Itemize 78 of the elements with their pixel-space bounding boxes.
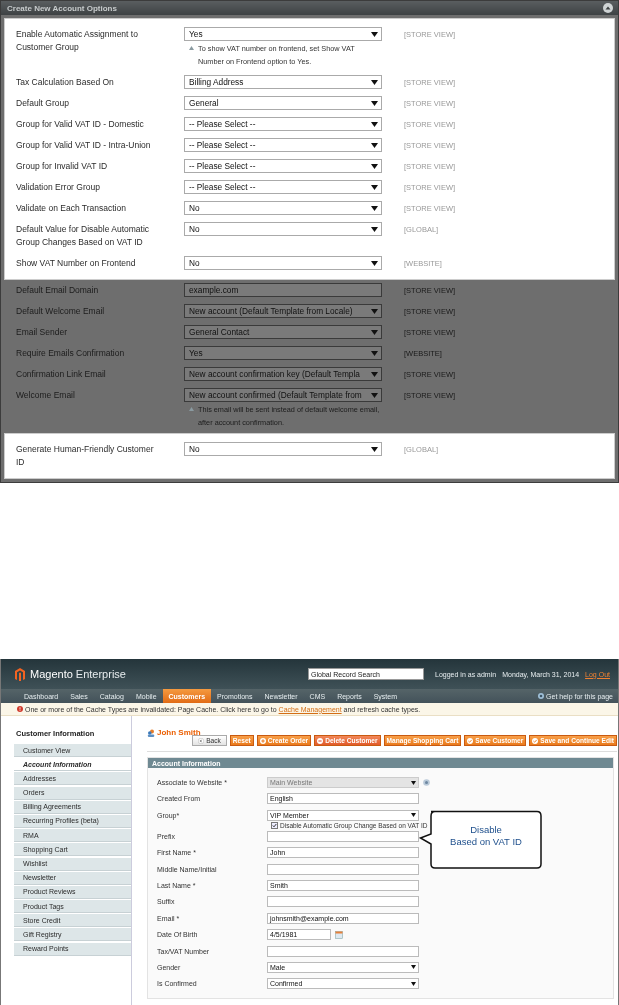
field-label: Group for Valid VAT ID - Domestic <box>16 118 145 131</box>
caret-icon <box>371 350 378 356</box>
check-icon <box>467 737 474 744</box>
caret-icon <box>371 308 378 314</box>
dropdown[interactable]: -- Please Select -- <box>184 138 382 152</box>
page-title: John Smith <box>157 728 201 737</box>
input-field[interactable]: example.com <box>184 283 382 297</box>
field-label: Tax Calculation Based On <box>16 76 115 89</box>
caret-icon <box>411 965 416 970</box>
field-label: Confirmation Link Email <box>16 368 107 381</box>
triangle-icon <box>189 407 194 411</box>
user-icon <box>147 728 155 737</box>
field-label: Welcome Email <box>16 389 76 402</box>
warning-icon <box>17 706 23 712</box>
caret-icon <box>371 31 378 37</box>
dropdown[interactable]: No <box>184 201 382 215</box>
field-label: Group for Valid VAT ID - Intra-Union <box>16 139 152 152</box>
input-field[interactable] <box>267 863 419 875</box>
field-label: Validate on Each Transaction <box>16 202 127 215</box>
caret-icon <box>371 392 378 398</box>
field-label: Email Sender <box>16 326 69 339</box>
brand-name: Magento <box>30 668 73 680</box>
field-label: Group for Invalid VAT ID <box>16 160 109 173</box>
logo-icon <box>15 667 25 681</box>
input-field[interactable] <box>267 830 419 842</box>
caret-icon <box>371 121 378 127</box>
callout-text: Disable Based on VAT ID <box>449 824 523 848</box>
dropdown[interactable]: -- Please Select -- <box>184 159 382 173</box>
field-label: Default Group <box>16 97 70 110</box>
dropdown[interactable]: -- Please Select -- <box>184 117 382 131</box>
minus-icon <box>317 737 324 744</box>
collapse-icon[interactable] <box>603 3 613 13</box>
field-label: Generate Human-Friendly Customer ID <box>16 443 155 469</box>
dropdown[interactable]: No <box>184 442 382 456</box>
dropdown[interactable]: General Contact <box>184 325 382 339</box>
caret-icon <box>371 371 378 377</box>
field-label: Default Welcome Email <box>16 305 106 318</box>
input-field[interactable] <box>267 896 419 908</box>
caret-icon <box>371 329 378 335</box>
dropdown[interactable]: Yes <box>184 27 382 41</box>
field-label: Enable Automatic Assignment to Customer Group <box>16 28 139 54</box>
check-icon <box>532 737 539 744</box>
caret-icon <box>371 205 378 211</box>
triangle-icon <box>189 46 194 50</box>
caret-icon <box>371 184 378 190</box>
arrow-icon <box>198 737 205 744</box>
edition-name: Enterprise <box>75 668 127 680</box>
caret-icon <box>371 260 378 266</box>
caret-icon <box>411 813 416 818</box>
dropdown[interactable]: General <box>184 96 382 110</box>
input-field[interactable] <box>267 945 419 957</box>
dropdown[interactable]: New account confirmation key (Default Templa <box>184 367 382 381</box>
dropdown[interactable]: No <box>184 256 382 270</box>
caret-icon <box>411 981 416 986</box>
field-label: Require Emails Confirmation <box>16 347 126 360</box>
field-label: Show VAT Number on Frontend <box>16 257 137 270</box>
caret-icon <box>371 163 378 169</box>
plus-icon <box>259 737 266 744</box>
dropdown[interactable]: Yes <box>184 346 382 360</box>
check-icon <box>272 822 277 828</box>
checkbox[interactable] <box>271 821 278 829</box>
caret-icon <box>371 446 378 452</box>
caret-icon <box>411 780 416 785</box>
dropdown[interactable]: Billing Address <box>184 75 382 89</box>
help-icon[interactable] <box>538 693 545 699</box>
dropdown[interactable]: New account (Default Template from Locale) <box>184 304 382 318</box>
panel-title: Create New Account Options <box>7 3 118 13</box>
caret-icon <box>371 142 378 148</box>
dropdown[interactable]: No <box>184 222 382 236</box>
caret-icon <box>371 100 378 106</box>
field-label: Default Value for Disable Automatic Group Changes Based on VAT ID <box>16 223 151 249</box>
caret-icon <box>371 226 378 232</box>
field-label: Validation Error Group <box>16 181 101 194</box>
dropdown[interactable]: New account confirmed (Default Template from <box>184 388 382 402</box>
dropdown[interactable]: -- Please Select -- <box>184 180 382 194</box>
caret-icon <box>371 79 378 85</box>
field-label: Default Email Domain <box>16 284 100 297</box>
calendar-icon[interactable] <box>335 930 343 939</box>
